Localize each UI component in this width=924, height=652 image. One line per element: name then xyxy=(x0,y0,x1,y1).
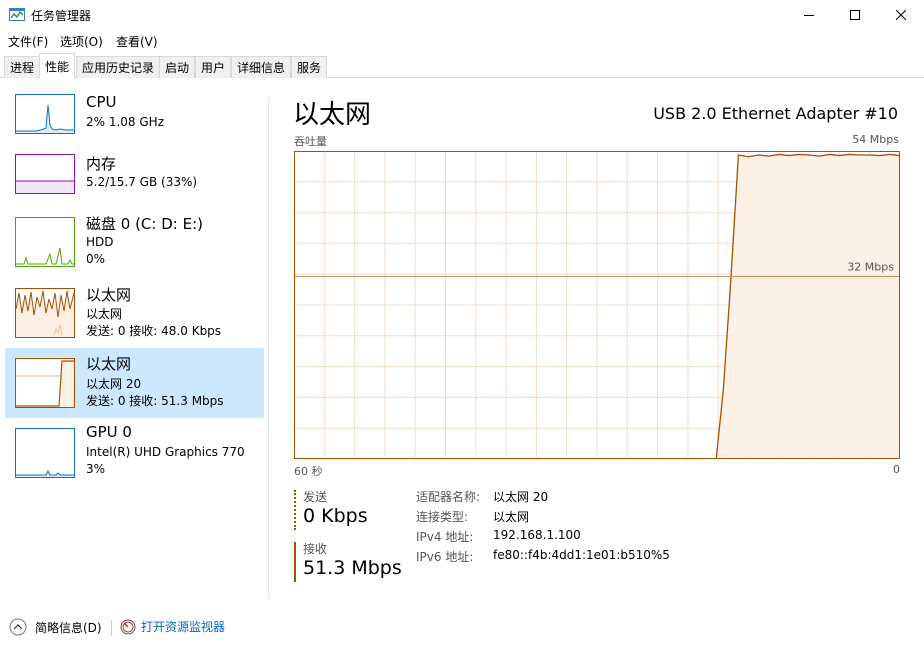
send-legend-marker xyxy=(294,490,296,530)
info-value-connection: 以太网 xyxy=(493,510,530,524)
disk-thumbnail-graph xyxy=(15,217,75,267)
page-title: 以太网 xyxy=(293,100,372,130)
sidebar-item-detail-2: 发送: 0 接收: 51.3 Mbps xyxy=(86,394,224,408)
sidebar-item-detail: 以太网 xyxy=(86,307,123,321)
menu-options[interactable]: 选项(O) xyxy=(60,33,103,50)
sidebar-item-detail-2: 3% xyxy=(86,462,106,476)
info-value-ipv6: fe80::f4b:4dd1:1e01:b510%5 xyxy=(493,548,670,562)
throughput-chart: 32 Mbps xyxy=(294,151,900,459)
tab-details[interactable]: 详细信息 xyxy=(231,56,292,78)
sidebar-item-ethernet-20[interactable]: 以太网 以太网 20 发送: 0 接收: 51.3 Mbps xyxy=(5,348,264,418)
maximize-icon xyxy=(850,10,860,20)
info-value-ipv4: 192.168.1.100 xyxy=(493,528,581,542)
sidebar-item-gpu[interactable]: GPU 0 Intel(R) UHD Graphics 770 3% xyxy=(5,418,264,488)
footer-divider xyxy=(111,620,112,636)
sidebar-item-detail: Intel(R) UHD Graphics 770 xyxy=(86,445,245,459)
fewer-details-button[interactable]: 简略信息(D) xyxy=(9,618,102,636)
adapter-name: USB 2.0 Ethernet Adapter #10 xyxy=(653,104,898,123)
open-resource-monitor-label: 打开资源监视器 xyxy=(141,620,226,634)
tab-processes[interactable]: 进程 xyxy=(4,56,41,78)
maximize-button[interactable] xyxy=(832,0,878,30)
sidebar-item-name: 以太网 xyxy=(86,355,132,373)
sidebar-item-name: CPU xyxy=(86,93,117,111)
time-axis-left: 60 秒 xyxy=(294,465,323,478)
sidebar-item-name: 以太网 xyxy=(86,286,132,304)
info-key-adapter: 适配器名称: xyxy=(416,490,481,504)
send-label: 发送 xyxy=(303,490,328,504)
graph-label-throughput: 吞吐量 xyxy=(294,135,327,148)
open-resource-monitor-link[interactable]: 打开资源监视器 xyxy=(120,618,225,635)
tab-startup[interactable]: 启动 xyxy=(159,56,196,78)
close-icon xyxy=(896,10,906,20)
footer: 简略信息(D) 打开资源监视器 xyxy=(0,608,924,652)
gpu-thumbnail-graph xyxy=(15,428,75,478)
fewer-details-label: 简略信息(D) xyxy=(35,620,102,635)
info-key-ipv6: IPv6 地址: xyxy=(416,550,474,564)
sidebar-item-name: GPU 0 xyxy=(86,423,132,441)
sidebar-item-disk[interactable]: 磁盘 0 (C: D: E:) HDD 0% xyxy=(5,208,264,278)
tab-users[interactable]: 用户 xyxy=(195,56,232,78)
task-manager-icon xyxy=(9,8,25,21)
menu-file[interactable]: 文件(F) xyxy=(8,33,48,50)
graph-max-label: 54 Mbps xyxy=(852,133,899,146)
time-axis-right: 0 xyxy=(893,463,900,476)
menu-bar: 文件(F) 选项(O) 查看(V) xyxy=(0,30,924,51)
memory-thumbnail-graph xyxy=(15,154,75,194)
reference-label: 32 Mbps xyxy=(847,260,894,273)
sidebar-item-detail: 2% 1.08 GHz xyxy=(86,115,165,129)
tab-app-history[interactable]: 应用历史记录 xyxy=(76,56,161,78)
ethernet-thumbnail-graph xyxy=(15,288,75,338)
minimize-button[interactable] xyxy=(786,0,832,30)
info-key-ipv4: IPv4 地址: xyxy=(416,530,474,544)
cpu-thumbnail-graph xyxy=(15,94,75,134)
sidebar-item-ethernet[interactable]: 以太网 以太网 发送: 0 接收: 48.0 Kbps xyxy=(5,279,264,349)
sidebar-item-detail-2: 0% xyxy=(86,252,106,266)
tab-strip: 进程 性能 应用历史记录 启动 用户 详细信息 服务 xyxy=(0,53,924,79)
resource-monitor-icon xyxy=(120,619,136,634)
ethernet-20-thumbnail-graph xyxy=(15,358,75,408)
sidebar-item-name: 内存 xyxy=(86,155,117,173)
receive-value: 51.3 Mbps xyxy=(303,557,402,579)
tab-performance[interactable]: 性能 xyxy=(39,53,76,79)
menu-view[interactable]: 查看(V) xyxy=(116,33,158,50)
sidebar-divider xyxy=(268,98,269,598)
tab-services[interactable]: 服务 xyxy=(291,56,328,78)
info-key-connection: 连接类型: xyxy=(416,510,469,524)
sidebar-item-detail-2: 发送: 0 接收: 48.0 Kbps xyxy=(86,324,222,338)
info-value-adapter: 以太网 20 xyxy=(493,490,549,504)
receive-label: 接收 xyxy=(303,542,328,556)
close-button[interactable] xyxy=(878,0,924,30)
minimize-icon xyxy=(804,15,814,16)
send-value: 0 Kbps xyxy=(303,505,368,527)
title-bar: 任务管理器 xyxy=(0,0,924,30)
receive-legend-marker xyxy=(294,542,296,582)
chevron-up-icon xyxy=(9,618,27,636)
sidebar-item-detail: HDD xyxy=(86,235,114,249)
sidebar-item-name: 磁盘 0 (C: D: E:) xyxy=(86,215,203,233)
sidebar-item-detail: 5.2/15.7 GB (33%) xyxy=(86,175,198,189)
window-title: 任务管理器 xyxy=(31,9,92,23)
sidebar-item-detail: 以太网 20 xyxy=(86,377,142,391)
